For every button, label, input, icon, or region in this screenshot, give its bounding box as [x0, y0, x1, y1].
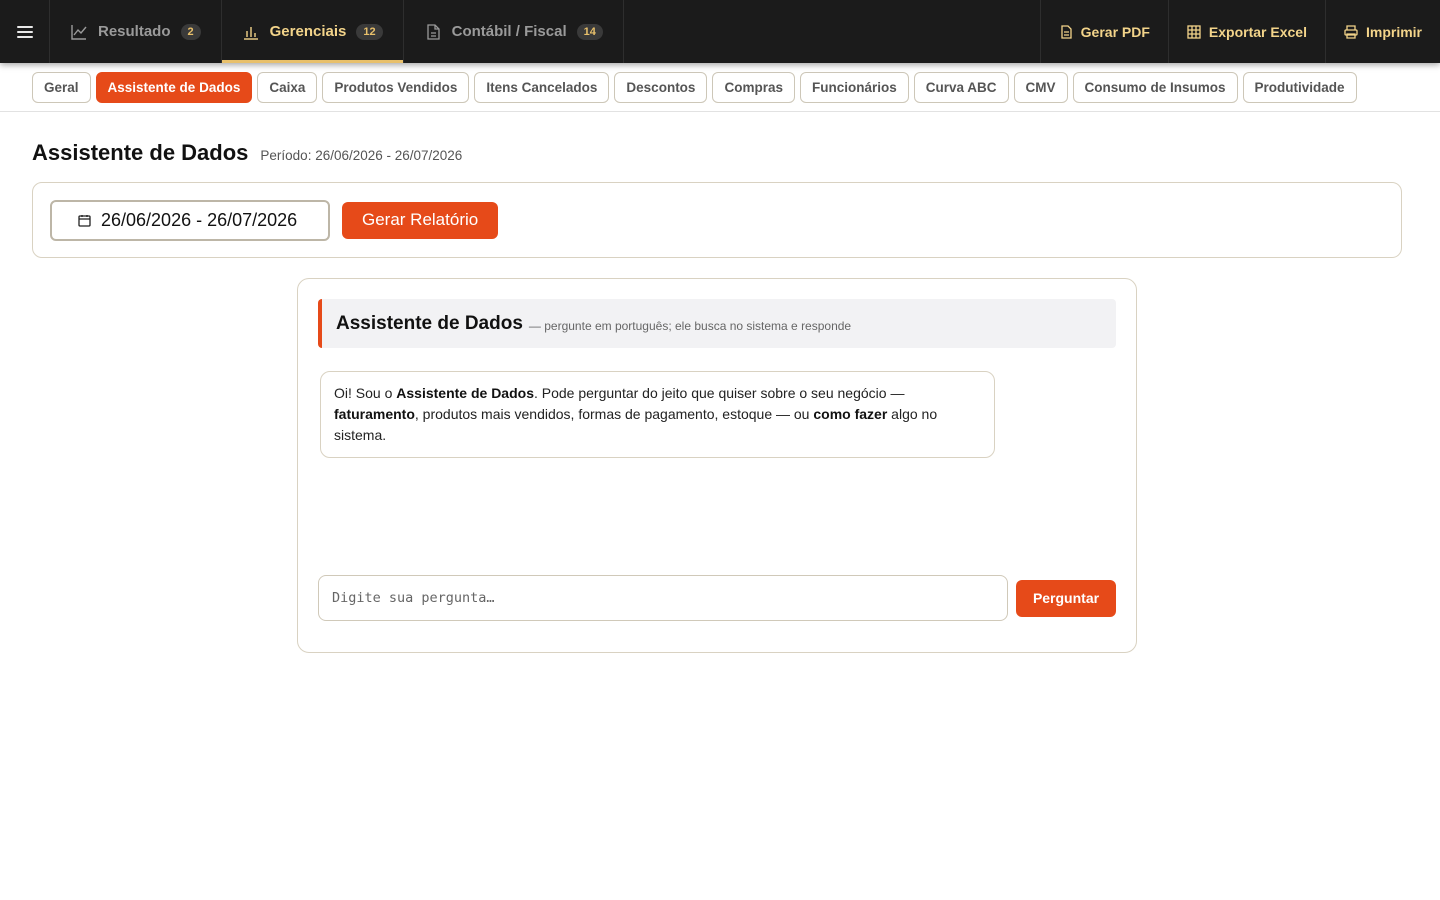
subtab-consumo-de-insumos[interactable]: Consumo de Insumos [1072, 71, 1238, 103]
tab-count-badge: 12 [356, 23, 383, 40]
assistant-panel: Assistente de Dados — pergunte em portug… [297, 278, 1137, 653]
generate-pdf-button[interactable]: Gerar PDF [1039, 0, 1168, 63]
question-row: Perguntar [318, 575, 1116, 621]
question-input[interactable] [318, 575, 1008, 621]
print-label: Imprimir [1365, 23, 1422, 40]
generate-report-button[interactable]: Gerar Relatório [342, 201, 499, 239]
tab-label: Gerenciais [269, 23, 347, 40]
menu-button[interactable] [0, 0, 50, 63]
tab-label: Contábil / Fiscal [451, 23, 567, 40]
message-text: . Pode perguntar do jeito que quiser sob… [533, 385, 905, 401]
tab-contabil-fiscal[interactable]: Contábil / Fiscal 14 [404, 0, 624, 63]
assistant-header: Assistente de Dados — pergunte em portug… [318, 299, 1116, 348]
message-bold: faturamento [334, 406, 415, 422]
page-header: Assistente de Dados Período: 26/06/2026 … [32, 140, 462, 166]
subtab-funcionarios[interactable]: Funcionários [799, 71, 909, 103]
subtab-geral[interactable]: Geral [32, 71, 91, 103]
message-bold: Assistente de Dados [396, 385, 534, 401]
calendar-icon [78, 214, 91, 227]
filter-card: 26/06/2026 - 26/07/2026 Gerar Relatório [32, 182, 1402, 258]
ask-button[interactable]: Perguntar [1016, 579, 1116, 617]
subtab-itens-cancelados[interactable]: Itens Cancelados [474, 71, 610, 103]
tab-resultado[interactable]: Resultado 2 [50, 0, 222, 63]
subtab-produtos-vendidos[interactable]: Produtos Vendidos [322, 71, 470, 103]
subtab-produtividade[interactable]: Produtividade [1242, 71, 1357, 103]
subtab-assistente-de-dados[interactable]: Assistente de Dados [95, 71, 253, 103]
tab-count-badge: 2 [180, 23, 201, 40]
subtab-caixa[interactable]: Caixa [257, 71, 318, 103]
pdf-label: Gerar PDF [1080, 23, 1150, 40]
tab-count-badge: 14 [576, 23, 603, 40]
subtab-curva-abc[interactable]: Curva ABC [913, 71, 1009, 103]
tab-gerenciais[interactable]: Gerenciais 12 [221, 0, 404, 63]
print-button[interactable]: Imprimir [1324, 0, 1440, 63]
assistant-subtitle: — pergunte em português; ele busca no si… [528, 318, 852, 333]
table-icon [1187, 24, 1201, 39]
subtab-descontos[interactable]: Descontos [614, 71, 708, 103]
printer-icon [1344, 24, 1358, 39]
top-navbar: Resultado 2 Gerenciais 12 Contábil / Fis… [0, 0, 1440, 63]
message-text: Oi! Sou o [334, 385, 397, 401]
date-range-value: 26/06/2026 - 26/07/2026 [101, 209, 298, 230]
assistant-title: Assistente de Dados [336, 312, 523, 334]
excel-label: Exportar Excel [1208, 23, 1307, 40]
subtab-compras[interactable]: Compras [712, 71, 795, 103]
file-icon [1061, 24, 1072, 39]
assistant-message: Oi! Sou o Assistente de Dados. Pode perg… [320, 371, 995, 458]
bar-chart-icon [243, 26, 258, 40]
page-title: Assistente de Dados [32, 140, 249, 165]
export-excel-button[interactable]: Exportar Excel [1167, 0, 1325, 63]
subtab-cmv[interactable]: CMV [1013, 71, 1068, 103]
document-icon [426, 23, 440, 40]
line-chart-icon [71, 24, 87, 40]
date-range-picker[interactable]: 26/06/2026 - 26/07/2026 [50, 199, 330, 241]
message-bold: como fazer [813, 406, 888, 422]
message-text: , produtos mais vendidos, formas de paga… [414, 406, 814, 422]
tab-label: Resultado [98, 23, 171, 40]
period-label: Período: 26/06/2026 - 26/07/2026 [260, 148, 463, 163]
subtab-bar: Geral Assistente de Dados Caixa Produtos… [0, 63, 1440, 112]
hamburger-icon [16, 25, 33, 38]
